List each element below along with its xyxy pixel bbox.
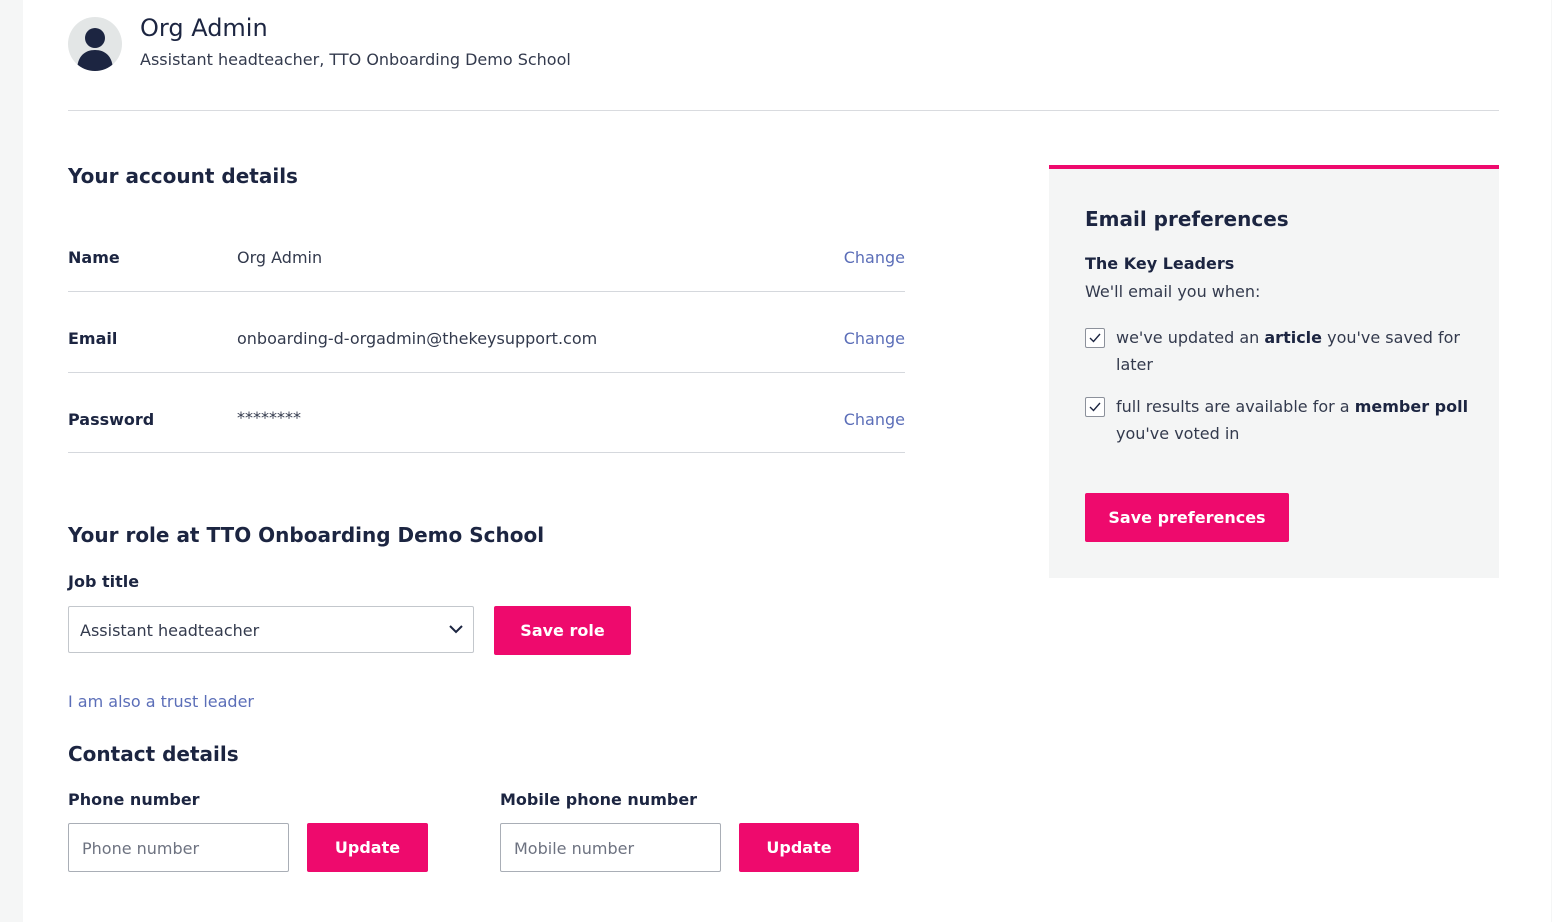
- role-heading: Your role at TTO Onboarding Demo School: [68, 523, 545, 547]
- prefs-group-title: The Key Leaders: [1085, 254, 1235, 273]
- article-updates-checkbox[interactable]: [1085, 328, 1105, 348]
- row-label: Password: [68, 410, 155, 429]
- change-email-link[interactable]: Change: [844, 329, 905, 348]
- contact-details-heading: Contact details: [68, 742, 239, 766]
- row-value: onboarding-d-orgadmin@thekeysupport.com: [237, 329, 598, 348]
- phone-label: Phone number: [68, 790, 200, 809]
- save-preferences-button[interactable]: Save preferences: [1085, 493, 1289, 542]
- account-row-password: Password ******** Change: [68, 372, 905, 453]
- avatar-icon: [68, 17, 122, 71]
- profile-name: Org Admin: [140, 14, 268, 42]
- checkmark-icon: [1089, 402, 1101, 412]
- mobile-label: Mobile phone number: [500, 790, 698, 809]
- row-label: Email: [68, 329, 118, 348]
- job-title-selected: Assistant headteacher: [80, 621, 260, 640]
- row-value: ********: [237, 408, 301, 427]
- profile-subtitle: Assistant headteacher, TTO Onboarding De…: [140, 50, 571, 69]
- row-value: Org Admin: [237, 248, 323, 267]
- chevron-down-icon: [448, 620, 464, 642]
- member-poll-checkbox[interactable]: [1085, 397, 1105, 417]
- mobile-input[interactable]: Mobile number: [500, 823, 721, 872]
- trust-leader-link[interactable]: I am also a trust leader: [68, 692, 254, 711]
- change-name-link[interactable]: Change: [844, 248, 905, 267]
- phone-input[interactable]: Phone number: [68, 823, 289, 872]
- checkmark-icon: [1089, 333, 1101, 343]
- job-title-label: Job title: [68, 572, 140, 591]
- member-poll-label: full results are available for a member …: [1116, 397, 1469, 443]
- update-mobile-button[interactable]: Update: [739, 823, 859, 872]
- account-row-email: Email onboarding-d-orgadmin@thekeysuppor…: [68, 292, 905, 373]
- article-updates-label: we've updated an article you've saved fo…: [1116, 328, 1460, 374]
- prefs-intro: We'll email you when:: [1085, 282, 1261, 301]
- row-label: Name: [68, 248, 120, 267]
- page: Org Admin Assistant headteacher, TTO Onb…: [23, 0, 1551, 922]
- account-row-name: Name Org Admin Change: [68, 211, 905, 292]
- phone-placeholder: Phone number: [82, 839, 200, 858]
- save-role-button[interactable]: Save role: [494, 606, 631, 655]
- email-preferences-panel: Email preferences The Key Leaders We'll …: [1049, 165, 1499, 578]
- email-preferences-heading: Email preferences: [1085, 207, 1289, 231]
- update-phone-button[interactable]: Update: [307, 823, 428, 872]
- account-details-heading: Your account details: [68, 164, 298, 188]
- change-password-link[interactable]: Change: [844, 410, 905, 429]
- job-title-select[interactable]: Assistant headteacher: [68, 606, 474, 653]
- mobile-placeholder: Mobile number: [514, 839, 635, 858]
- divider: [68, 110, 1499, 111]
